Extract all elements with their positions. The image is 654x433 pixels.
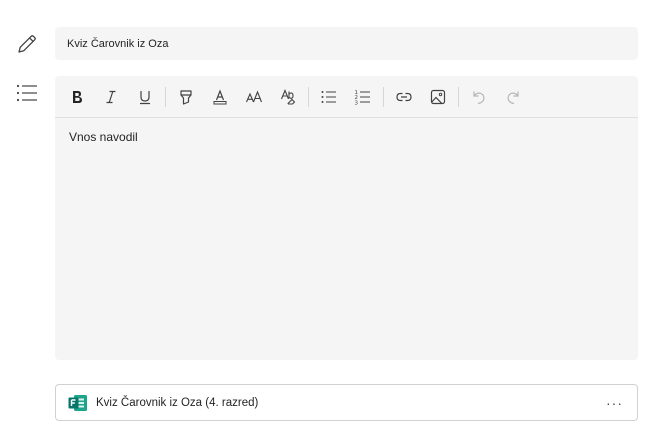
bold-icon <box>73 90 82 103</box>
numbered-list-button[interactable]: 1 2 3 <box>346 80 380 114</box>
formatting-toolbar: 1 2 3 <box>55 76 638 118</box>
bold-button[interactable] <box>60 80 94 114</box>
attachment-title: Kviz Čarovnik iz Oza (4. razred) <box>96 396 259 409</box>
toolbar-separator <box>308 86 309 107</box>
undo-icon <box>473 91 485 104</box>
title-field[interactable]: Kviz Čarovnik iz Oza <box>55 27 638 60</box>
title-text: Kviz Čarovnik iz Oza <box>67 37 169 50</box>
instructions-placeholder: Vnos navodil <box>69 130 138 144</box>
font-size-button[interactable] <box>237 80 271 114</box>
italic-icon <box>106 90 116 103</box>
toolbar-separator <box>458 86 459 107</box>
highlighter-icon <box>180 89 192 105</box>
underline-icon <box>140 90 150 104</box>
font-color-button[interactable] <box>203 80 237 114</box>
instructions-textarea[interactable]: Vnos navodil <box>55 118 638 156</box>
redo-button[interactable] <box>496 80 530 114</box>
numbered-list-icon: 1 2 3 <box>355 90 370 106</box>
link-icon <box>396 92 412 101</box>
image-icon <box>430 89 446 104</box>
font-size-icon <box>245 90 263 102</box>
clear-formatting-button[interactable] <box>271 80 305 114</box>
list-icon <box>16 84 37 102</box>
underline-button[interactable] <box>128 80 162 114</box>
svg-text:3: 3 <box>355 100 359 106</box>
italic-button[interactable] <box>94 80 128 114</box>
microsoft-forms-icon <box>68 394 87 411</box>
toolbar-separator <box>165 86 166 107</box>
redo-icon <box>507 91 519 104</box>
attachment-card[interactable]: Kviz Čarovnik iz Oza (4. razred) ··· <box>55 384 638 421</box>
pencil-icon <box>18 35 36 53</box>
toolbar-separator <box>383 86 384 107</box>
bullet-list-icon <box>321 90 336 103</box>
insert-link-button[interactable] <box>387 80 421 114</box>
more-options-button[interactable]: ··· <box>602 396 627 410</box>
instructions-editor: 1 2 3 Vnos navodil <box>55 76 638 360</box>
bulleted-list-button[interactable] <box>312 80 346 114</box>
clear-format-icon <box>280 88 296 105</box>
insert-image-button[interactable] <box>421 80 455 114</box>
highlight-button[interactable] <box>169 80 203 114</box>
undo-button[interactable] <box>462 80 496 114</box>
font-color-icon <box>213 88 227 104</box>
